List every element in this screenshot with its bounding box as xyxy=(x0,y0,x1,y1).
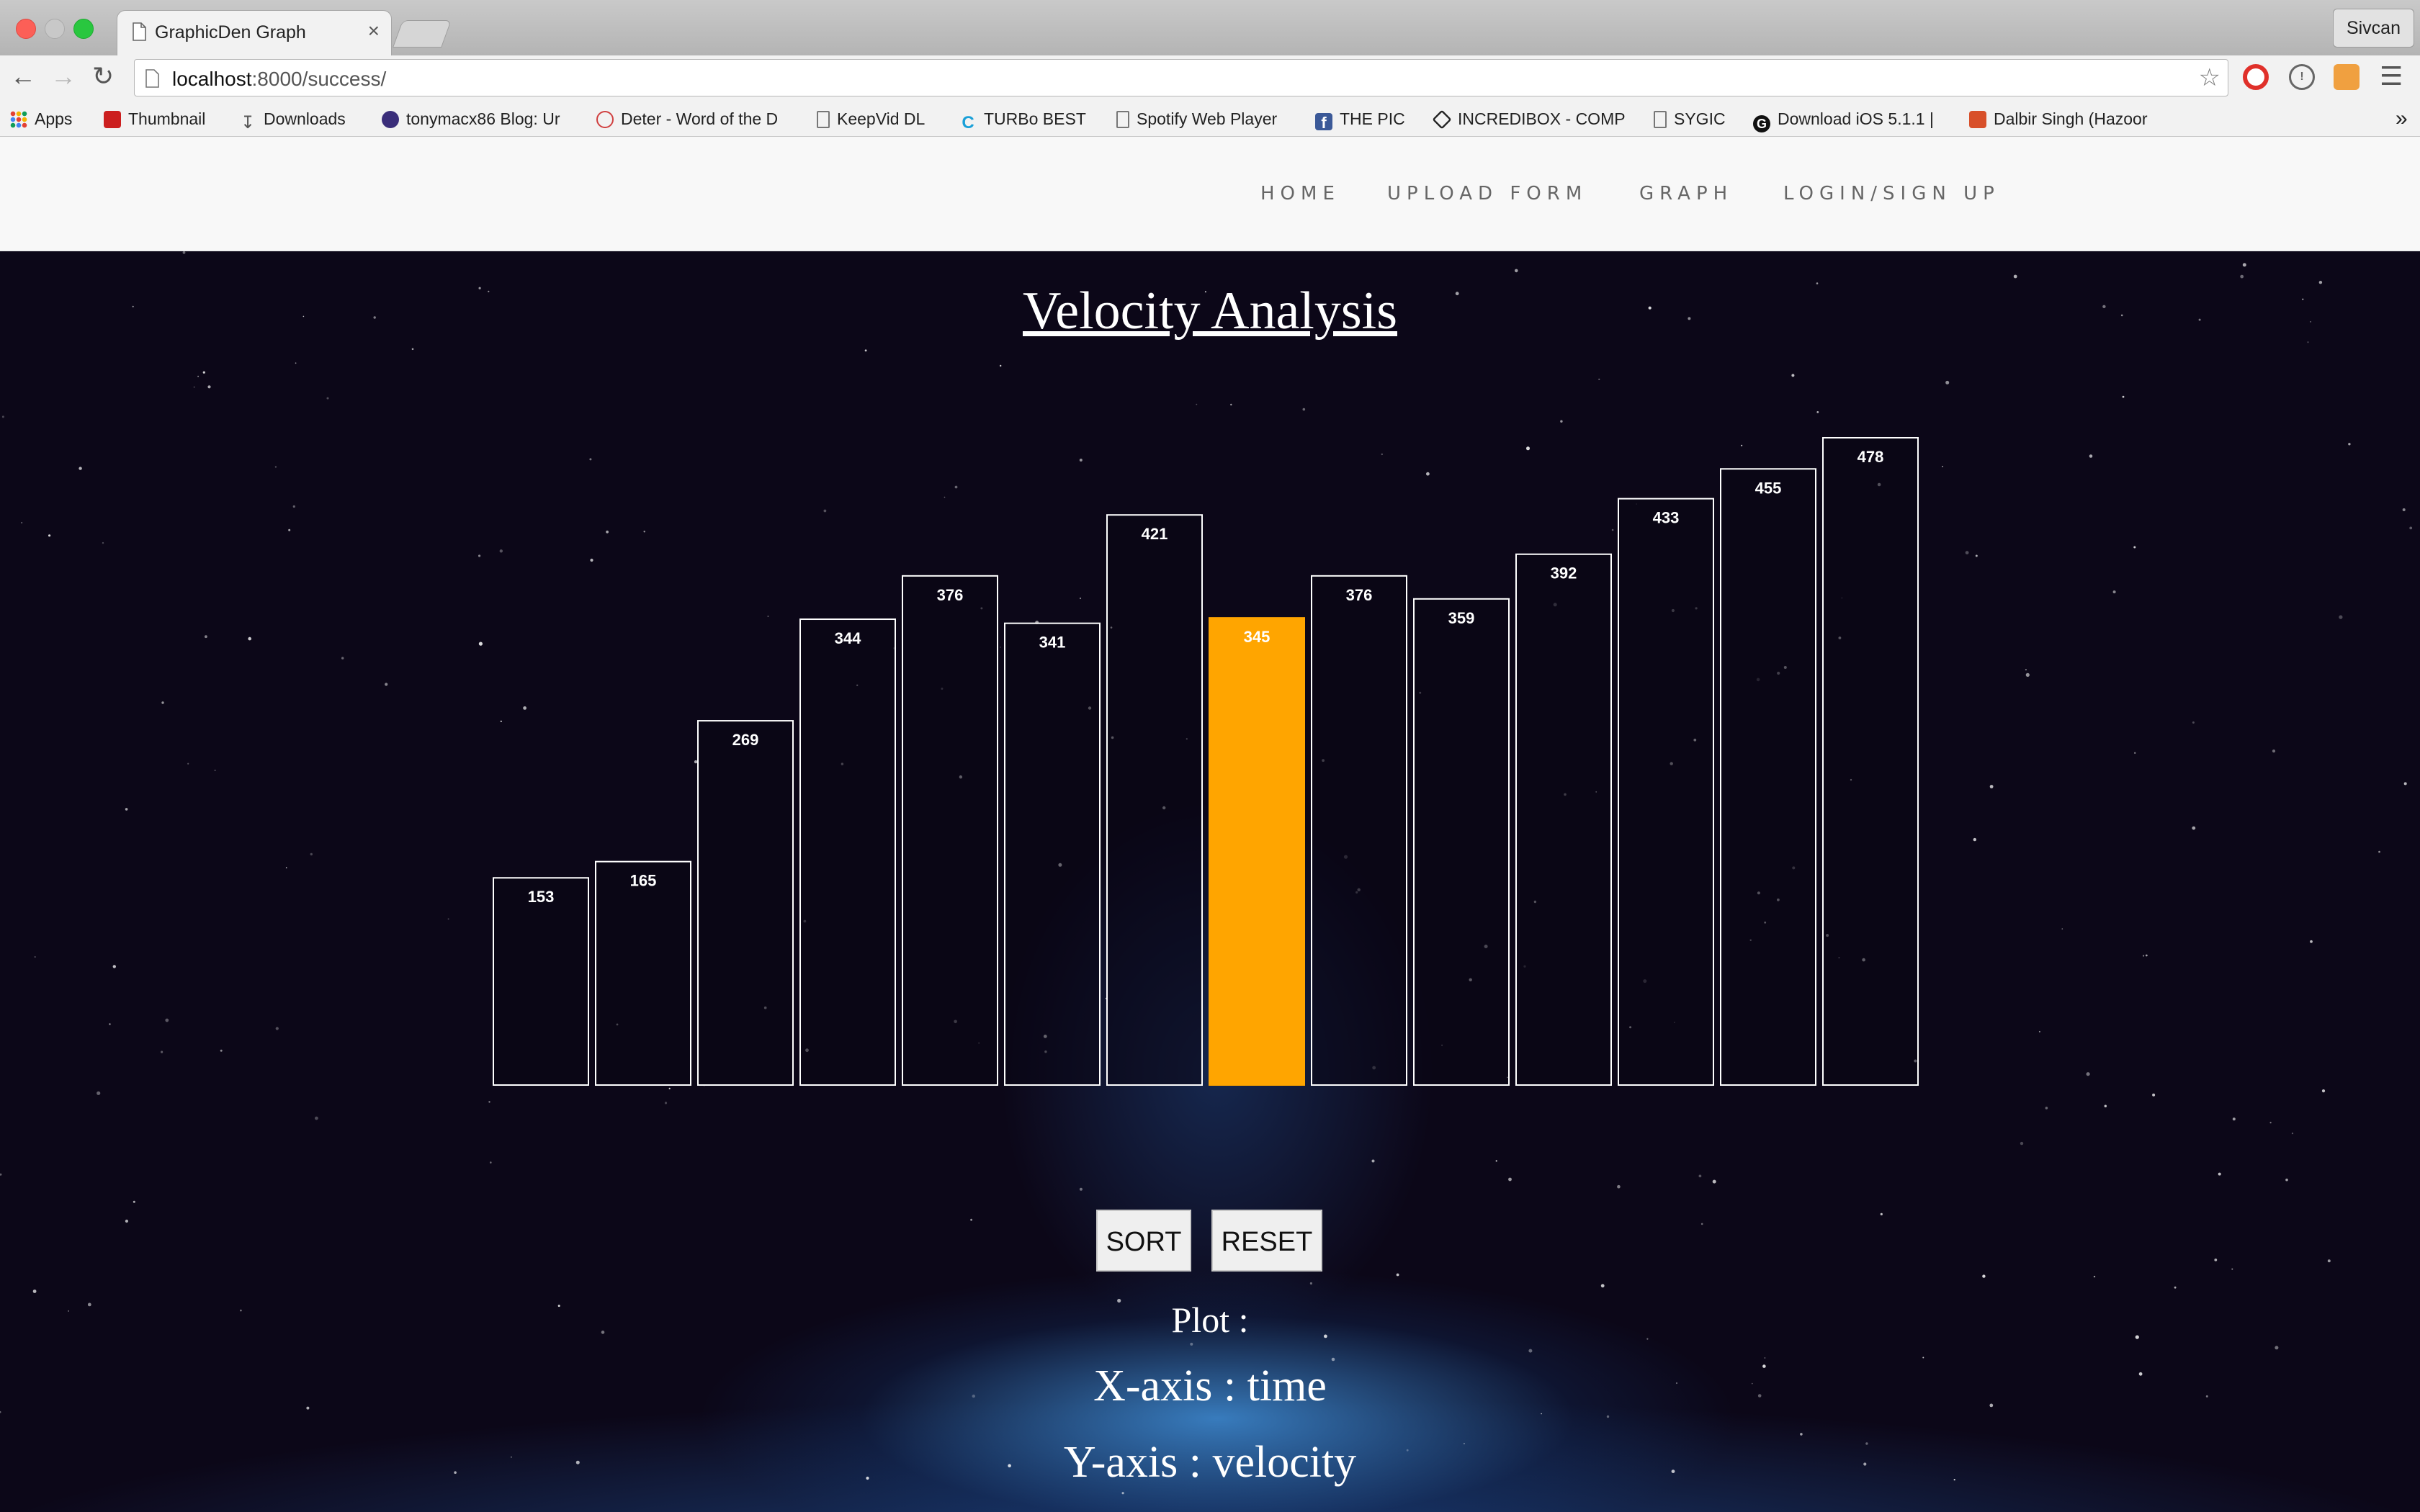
bookmark-thumbnail[interactable]: Thumbnail xyxy=(104,107,205,131)
bar-value-label: 165 xyxy=(630,872,657,890)
page-icon xyxy=(817,111,830,128)
download-icon: ↧ xyxy=(240,113,256,132)
bookmark-deter[interactable]: Deter - Word of the D xyxy=(596,107,778,131)
bar-value-label: 344 xyxy=(835,629,861,647)
g-logo-icon: G xyxy=(1753,115,1770,132)
bookmark-label: Apps xyxy=(35,109,73,128)
bookmark-label: Downloads xyxy=(264,109,346,128)
bookmark-the-pic[interactable]: f THE PIC xyxy=(1315,107,1405,132)
bookmark-tonymacx86[interactable]: tonymacx86 Blog: Ur xyxy=(382,107,560,131)
chart-bar xyxy=(1720,468,1816,1086)
chart-bar xyxy=(595,860,691,1086)
bookmark-spotify[interactable]: Spotify Web Player xyxy=(1116,107,1277,131)
bookmarks-bar: Apps Thumbnail ↧ Downloads tonymacx86 Blo… xyxy=(0,101,2420,137)
bar-value-label: 421 xyxy=(1142,525,1168,543)
tab-close-icon[interactable]: × xyxy=(368,19,380,42)
x-axis-label: X-axis : time xyxy=(1093,1362,1327,1410)
bar-value-label: 359 xyxy=(1448,609,1475,627)
bookmark-label: Dalbir Singh (Hazoor xyxy=(1994,109,2148,128)
chart-bar xyxy=(1209,617,1305,1086)
new-badge-icon xyxy=(596,111,614,128)
opera-extension-icon[interactable] xyxy=(2243,64,2269,90)
browser-tab[interactable]: GraphicDen Graph × xyxy=(117,10,392,55)
y-axis-label: Y-axis : velocity xyxy=(1063,1438,1357,1487)
bar-value-label: 376 xyxy=(1346,586,1373,604)
chart-bar xyxy=(1822,437,1919,1086)
bar-value-label: 341 xyxy=(1039,634,1066,652)
close-window-button[interactable] xyxy=(16,19,36,39)
bar-value-label: 455 xyxy=(1755,479,1782,497)
bookmark-label: THE PIC xyxy=(1340,109,1405,128)
apps-grid-icon xyxy=(10,111,27,128)
bookmark-sygic[interactable]: SYGIC xyxy=(1654,107,1726,131)
bookmark-label: INCREDIBOX - COMP xyxy=(1458,109,1626,128)
url-text: localhost:8000/success/ xyxy=(172,68,386,91)
youtube-icon xyxy=(104,111,121,128)
back-arrow-icon[interactable]: ← xyxy=(10,61,36,91)
chart-bar xyxy=(902,575,998,1086)
chart-bar xyxy=(1311,575,1407,1086)
bar-value-label: 433 xyxy=(1653,509,1680,527)
bar-value-label: 345 xyxy=(1244,628,1270,646)
bookmark-download-ios[interactable]: G Download iOS 5.1.1 | xyxy=(1753,107,1934,132)
sort-button[interactable]: SORT xyxy=(1096,1210,1191,1272)
new-tab-button[interactable] xyxy=(393,20,452,48)
bookmark-star-icon[interactable]: ☆ xyxy=(2199,63,2220,92)
profile-button[interactable]: Sivcan xyxy=(2332,9,2414,48)
chart-bar xyxy=(493,877,589,1086)
chart-bar xyxy=(697,720,794,1086)
bookmark-label: tonymacx86 Blog: Ur xyxy=(406,109,560,128)
honey-extension-icon[interactable] xyxy=(2334,64,2360,90)
chart-bar xyxy=(1618,498,1714,1086)
plot-label: Plot : xyxy=(1171,1300,1249,1340)
bookmark-turbo-best[interactable]: C TURBo BEST xyxy=(959,107,1086,132)
page-content: HOME UPLOAD FORM GRAPH LOGIN/SIGN UP Vel… xyxy=(0,137,2420,1512)
forward-arrow-icon[interactable]: → xyxy=(50,61,76,91)
bookmark-label: Deter - Word of the D xyxy=(621,109,779,128)
incredibox-icon xyxy=(1432,109,1452,130)
bookmark-label: TURBo BEST xyxy=(984,109,1086,128)
page-icon xyxy=(1654,111,1667,128)
address-bar[interactable]: localhost:8000/success/ ☆ xyxy=(134,59,2228,96)
menu-icon[interactable]: ☰ xyxy=(2380,61,2403,91)
bookmark-incredibox[interactable]: INCREDIBOX - COMP xyxy=(1432,107,1626,131)
bookmark-keepvid[interactable]: KeepVid DL xyxy=(817,107,925,131)
bar-value-label: 153 xyxy=(528,888,555,906)
bar-value-label: 376 xyxy=(937,586,964,604)
more-bookmarks-icon[interactable]: » xyxy=(2396,107,2408,131)
maximize-window-button[interactable] xyxy=(73,19,94,39)
url-path: :8000/success/ xyxy=(251,68,387,90)
bar-value-label: 478 xyxy=(1857,448,1884,466)
tonymac-icon xyxy=(382,111,399,128)
chart-bar xyxy=(1106,514,1203,1086)
page-icon xyxy=(1116,111,1129,128)
reload-icon[interactable]: ↻ xyxy=(92,61,114,91)
browser-toolbar: ← → ↻ localhost:8000/success/ ☆ ! ☰ xyxy=(0,55,2420,101)
bookmark-label: SYGIC xyxy=(1674,109,1726,128)
reset-button[interactable]: RESET xyxy=(1211,1210,1322,1272)
bookmark-label: Spotify Web Player xyxy=(1137,109,1278,128)
bookmark-label: Thumbnail xyxy=(128,109,206,128)
page-icon xyxy=(145,69,159,88)
url-host: localhost xyxy=(172,68,252,90)
browser-tab-strip: GraphicDen Graph × Sivcan xyxy=(0,0,2420,55)
tab-title: GraphicDen Graph xyxy=(155,22,306,42)
c-logo-icon: C xyxy=(962,113,974,132)
bookmark-downloads[interactable]: ↧ Downloads xyxy=(239,107,346,132)
bar-value-label: 269 xyxy=(732,731,759,749)
facebook-icon: f xyxy=(1315,113,1332,132)
bookmark-label: KeepVid DL xyxy=(837,109,926,128)
bar-value-label: 392 xyxy=(1551,564,1577,582)
info-extension-icon[interactable]: ! xyxy=(2289,64,2315,90)
chart-bar xyxy=(1515,553,1612,1086)
bookmark-label: Download iOS 5.1.1 | xyxy=(1778,109,1934,128)
chart-bar xyxy=(1413,598,1510,1086)
khanda-icon xyxy=(1969,111,1986,128)
bookmark-dalbir-singh[interactable]: Dalbir Singh (Hazoor xyxy=(1969,107,2147,131)
page-icon xyxy=(133,22,146,41)
chart-bar xyxy=(799,618,896,1086)
bookmark-apps[interactable]: Apps xyxy=(10,107,72,131)
chart-bar xyxy=(1004,622,1101,1086)
minimize-window-button[interactable] xyxy=(45,19,65,39)
